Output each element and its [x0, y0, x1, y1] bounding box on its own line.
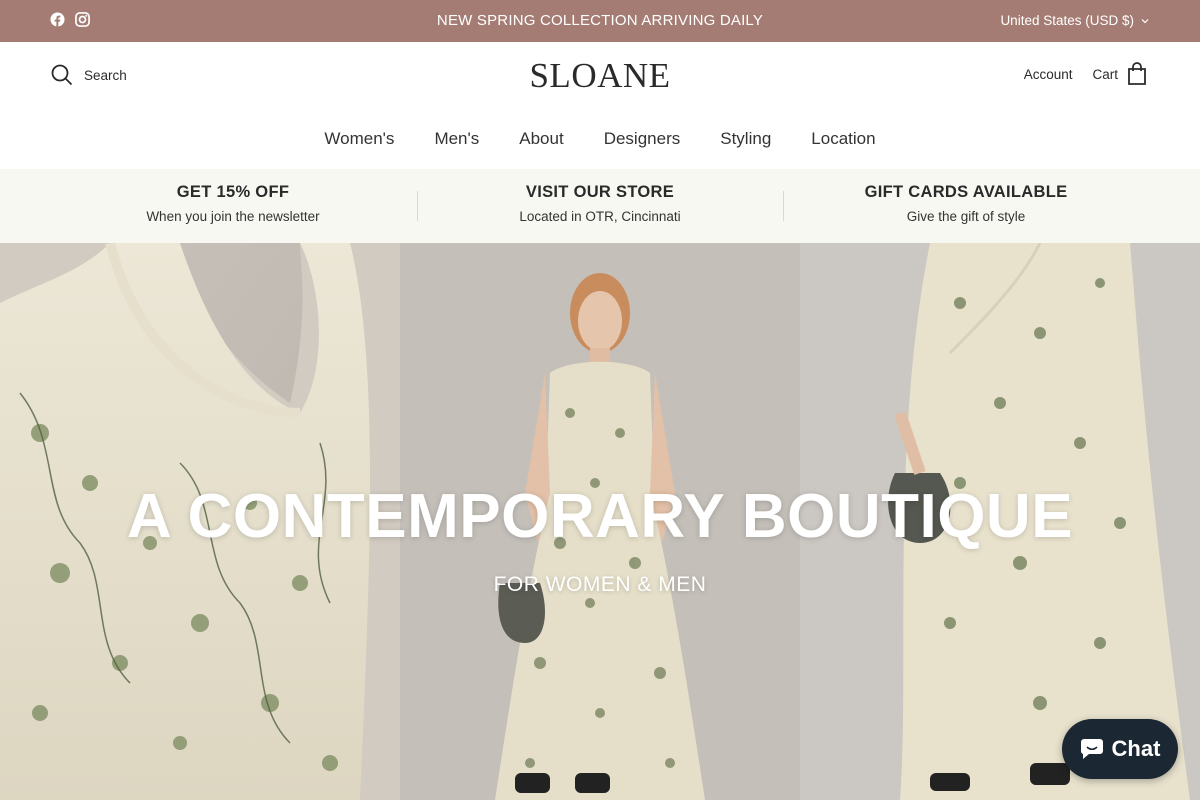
chat-label: Chat [1111, 736, 1161, 761]
promo-subtitle: Located in OTR, Cincinnati [519, 209, 681, 224]
cart-button[interactable]: Cart [1092, 62, 1148, 86]
promo-newsletter[interactable]: GET 15% OFF When you join the newsletter [50, 183, 416, 224]
chat-button[interactable]: Chat [1062, 719, 1178, 779]
hero-headline: A CONTEMPORARY BOUTIQUE [126, 482, 1074, 551]
cart-label: Cart [1092, 66, 1118, 82]
promo-title: VISIT OUR STORE [525, 183, 675, 201]
hero-subheadline: FOR WOMEN & MEN [493, 573, 707, 596]
main-navigation: Women's Men's About Designers Styling Lo… [0, 110, 1200, 169]
chat-bubble-icon [1080, 738, 1104, 760]
announcement-bar: NEW SPRING COLLECTION ARRIVING DAILY Uni… [0, 0, 1200, 42]
promo-title: GIFT CARDS AVAILABLE [864, 183, 1068, 201]
promo-gift-cards[interactable]: GIFT CARDS AVAILABLE Give the gift of st… [783, 183, 1149, 224]
promo-subtitle: When you join the newsletter [146, 209, 320, 224]
site-logo[interactable]: SLOANE [0, 56, 1200, 96]
shopping-bag-icon [1126, 62, 1148, 86]
promo-strip: GET 15% OFF When you join the newsletter… [0, 169, 1200, 243]
site-header: Search SLOANE Account Cart [0, 42, 1200, 110]
currency-label: United States (USD $) [1000, 13, 1134, 28]
account-link[interactable]: Account [1024, 67, 1073, 82]
promo-subtitle: Give the gift of style [906, 209, 1026, 224]
hero-banner[interactable]: A CONTEMPORARY BOUTIQUE FOR WOMEN & MEN [0, 243, 1200, 800]
nav-item-styling[interactable]: Styling [720, 129, 771, 149]
promo-title: GET 15% OFF [176, 183, 290, 201]
currency-selector[interactable]: United States (USD $) [1000, 13, 1150, 28]
nav-item-about[interactable]: About [519, 129, 563, 149]
promo-store[interactable]: VISIT OUR STORE Located in OTR, Cincinna… [417, 183, 783, 224]
nav-item-designers[interactable]: Designers [604, 129, 681, 149]
nav-item-mens[interactable]: Men's [434, 129, 479, 149]
nav-item-location[interactable]: Location [811, 129, 875, 149]
nav-item-womens[interactable]: Women's [324, 129, 394, 149]
header-actions: Account Cart [1024, 62, 1148, 86]
chevron-down-icon [1140, 16, 1150, 26]
